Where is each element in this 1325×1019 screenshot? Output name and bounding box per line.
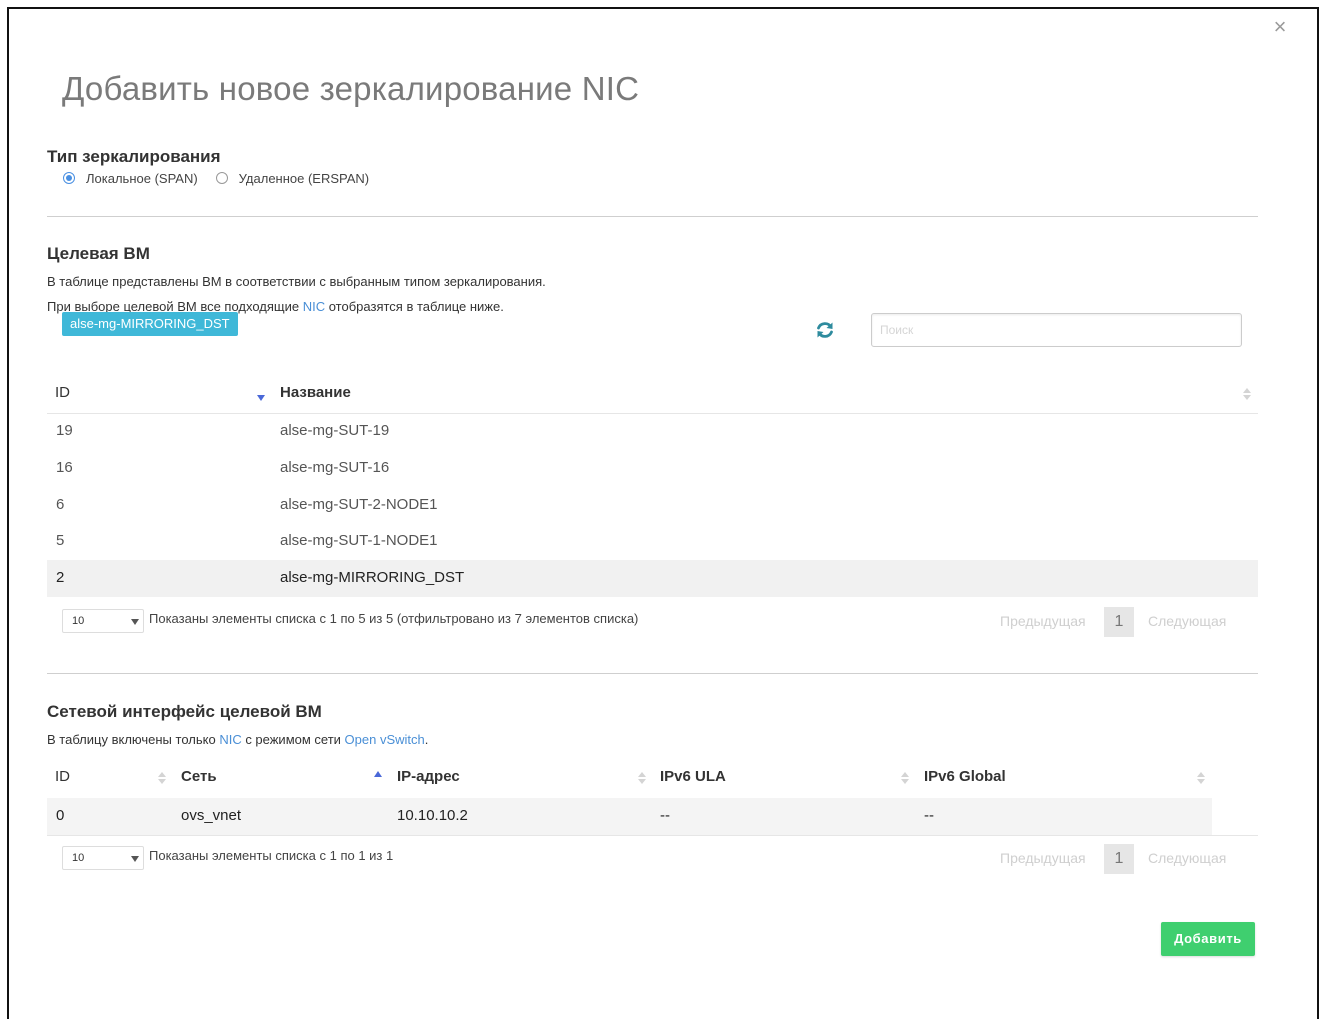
nic-table-heading: Сетевой интерфейс целевой ВМ (47, 702, 322, 721)
table-row[interactable]: 16 alse-mg-SUT-16 (47, 450, 1258, 487)
table-row[interactable]: 0 ovs_vnet 10.10.10.2 -- -- (47, 798, 1212, 835)
cell-ip: 10.10.10.2 (397, 807, 468, 824)
table-info: Показаны элементы списка с 1 по 5 из 5 (… (149, 611, 639, 626)
sort-desc-icon[interactable] (257, 395, 265, 401)
radio-remote-erspan[interactable]: Удаленное (ERSPAN) (215, 170, 370, 186)
page-size-value: 10 (72, 615, 85, 627)
pagination-page[interactable]: 1 (1104, 607, 1134, 637)
page-size-select[interactable]: 10 (62, 846, 144, 870)
table-row[interactable]: 5 alse-mg-SUT-1-NODE1 (47, 523, 1258, 560)
selected-vm-tag[interactable]: alse-mg-MIRRORING_DST (62, 312, 238, 336)
target-vm-description: В таблице представлены ВМ в соответствии… (47, 274, 546, 289)
cell-network: ovs_vnet (181, 807, 242, 824)
search-input[interactable] (871, 313, 1242, 347)
radio-local-label: Локальное (SPAN) (86, 170, 198, 186)
mirroring-type-radio-group: Локальное (SPAN) Удаленное (ERSPAN) (63, 170, 387, 186)
page-size-value: 10 (72, 852, 85, 864)
sort-icon[interactable] (638, 772, 646, 786)
refresh-icon[interactable] (815, 320, 835, 340)
pagination-next[interactable]: Следующая (1148, 850, 1226, 866)
pagination-page[interactable]: 1 (1104, 844, 1134, 874)
mirroring-type-heading: Тип зеркалирования (47, 147, 221, 166)
radio-remote-label: Удаленное (ERSPAN) (238, 170, 370, 186)
radio-local-span[interactable]: Локальное (SPAN) (63, 171, 198, 186)
cell-name: alse-mg-MIRRORING_DST (280, 569, 465, 586)
cell-id: 0 (56, 807, 65, 824)
divider (47, 673, 1258, 674)
column-header-id[interactable]: ID (55, 768, 70, 785)
cell-name: alse-mg-SUT-19 (280, 422, 390, 439)
column-header-id[interactable]: ID (55, 384, 70, 401)
pagination-previous[interactable]: Предыдущая (1000, 613, 1086, 629)
cell-name: alse-mg-SUT-2-NODE1 (280, 496, 438, 513)
sort-icon[interactable] (158, 772, 166, 786)
table-row-selected[interactable]: 2 alse-mg-MIRRORING_DST (47, 560, 1258, 597)
table-row[interactable]: 6 alse-mg-SUT-2-NODE1 (47, 487, 1258, 524)
sort-asc-icon[interactable] (374, 771, 382, 777)
cell-id: 16 (56, 459, 73, 476)
radio-checked-icon[interactable] (63, 172, 75, 184)
column-header-ipv6-ula[interactable]: IPv6 ULA (660, 768, 726, 785)
column-header-network[interactable]: Сеть (181, 768, 217, 785)
add-button[interactable]: Добавить (1161, 922, 1255, 956)
table-info: Показаны элементы списка с 1 по 1 из 1 (149, 848, 394, 863)
nic-desc-text: с режимом сети (241, 732, 345, 747)
chevron-down-icon (131, 619, 139, 625)
nic-desc-text: . (424, 732, 429, 747)
chevron-down-icon (131, 856, 139, 862)
target-vm-heading: Целевая ВМ (47, 244, 150, 263)
sort-icon[interactable] (1243, 388, 1251, 402)
pagination-previous[interactable]: Предыдущая (1000, 850, 1086, 866)
radio-unchecked-icon[interactable] (215, 172, 228, 184)
dialog-title: Добавить новое зеркалирование NIC (62, 70, 640, 107)
cell-name: alse-mg-SUT-1-NODE1 (280, 532, 438, 549)
table-bottom-border (47, 835, 1258, 836)
nic-link[interactable]: NIC (303, 299, 325, 314)
cell-ipv6-ula: -- (660, 807, 670, 824)
sort-icon[interactable] (901, 772, 909, 786)
page-size-select[interactable]: 10 (62, 609, 144, 633)
table-row[interactable]: 19 alse-mg-SUT-19 (47, 413, 1258, 450)
cell-id: 2 (56, 569, 65, 586)
column-header-ipv6-global[interactable]: IPv6 Global (924, 768, 1006, 785)
cell-id: 19 (56, 422, 73, 439)
pagination-next[interactable]: Следующая (1148, 613, 1226, 629)
column-header-ip[interactable]: IP-адрес (397, 768, 460, 785)
hint-text-end: отобразятся в таблице ниже. (325, 299, 504, 314)
nic-desc-text: В таблицу включены только (47, 732, 220, 747)
sort-icon[interactable] (1197, 772, 1205, 786)
cell-ipv6-global: -- (924, 807, 934, 824)
divider (47, 216, 1258, 217)
cell-id: 6 (56, 496, 65, 513)
cell-name: alse-mg-SUT-16 (280, 459, 390, 476)
column-header-name[interactable]: Название (280, 384, 351, 401)
open-vswitch-link[interactable]: Open vSwitch (345, 732, 425, 747)
close-icon[interactable]: × (1270, 16, 1290, 38)
nic-link[interactable]: NIC (219, 732, 241, 747)
cell-id: 5 (56, 532, 65, 549)
nic-table-description: В таблицу включены только NIC с режимом … (47, 732, 428, 747)
